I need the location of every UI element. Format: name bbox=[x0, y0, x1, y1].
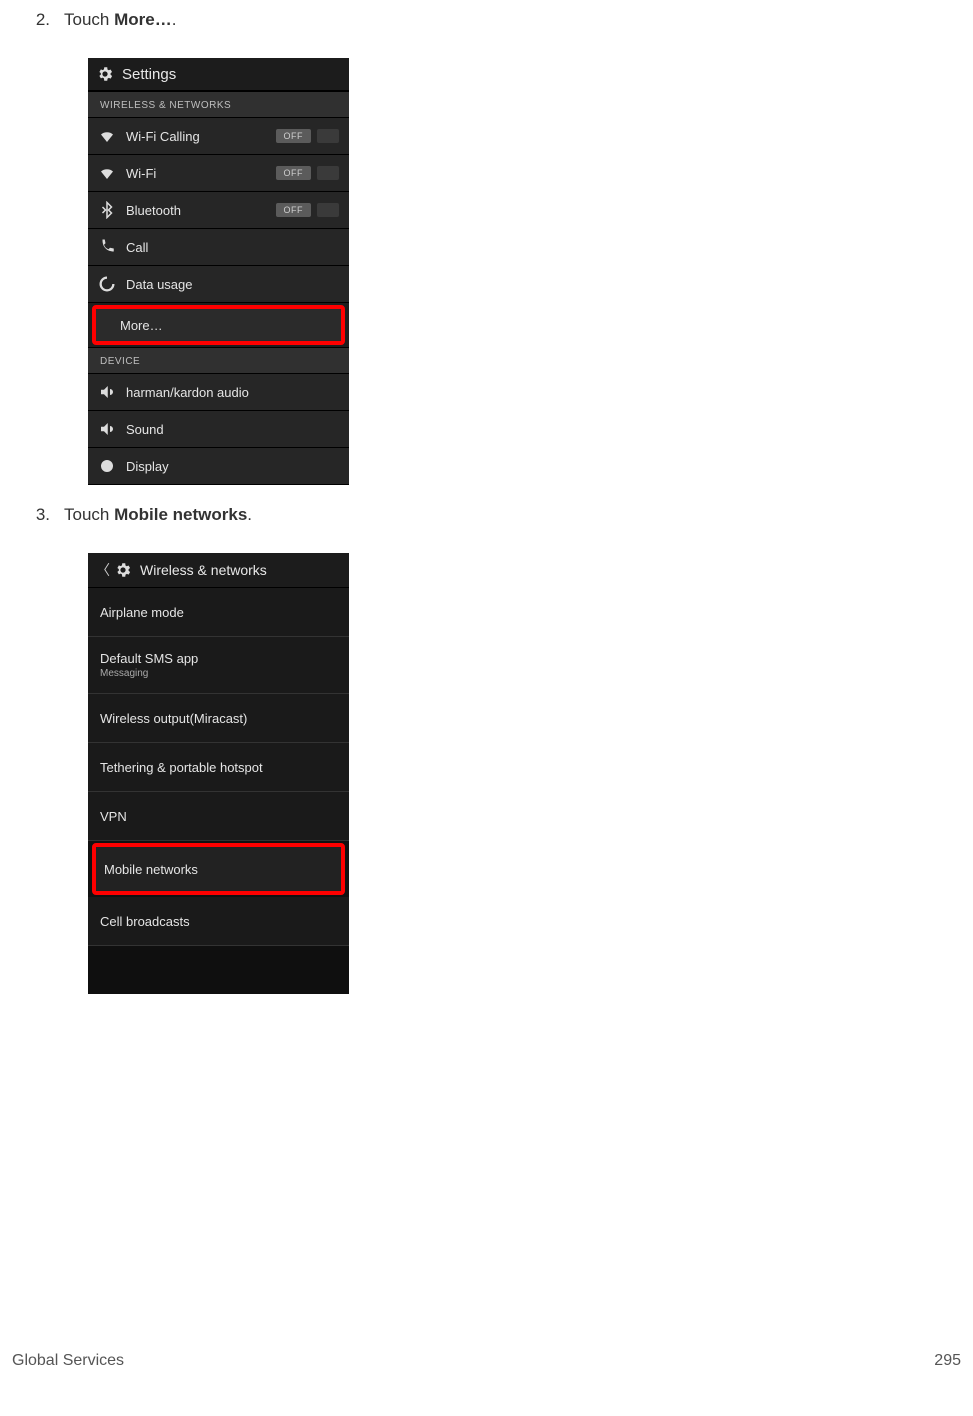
step-number: 2. bbox=[30, 10, 50, 30]
row-label: More… bbox=[120, 318, 335, 333]
step-2: 2. Touch More…. Settings WIRELESS & NETW… bbox=[30, 10, 943, 485]
page-footer: Global Services 295 bbox=[12, 1352, 961, 1370]
display-icon bbox=[98, 457, 116, 475]
step-text: Touch More…. bbox=[64, 10, 176, 30]
step-3: 3. Touch Mobile networks. 〈 Wireless & n… bbox=[30, 505, 943, 994]
section-header-device: DEVICE bbox=[88, 347, 349, 374]
step-number: 3. bbox=[30, 505, 50, 525]
row-label: Cell broadcasts bbox=[100, 914, 337, 929]
settings-title-bar: Settings bbox=[88, 58, 349, 91]
row-label: Mobile networks bbox=[104, 862, 333, 877]
toggle-off[interactable]: OFF bbox=[276, 166, 340, 180]
row-label: Wireless output(Miracast) bbox=[100, 711, 337, 726]
toggle-off[interactable]: OFF bbox=[276, 203, 340, 217]
gear-icon bbox=[114, 561, 132, 579]
row-label: Wi-Fi bbox=[126, 166, 276, 181]
row-wifi-calling[interactable]: Wi-Fi Calling OFF bbox=[88, 118, 349, 155]
row-label: Default SMS app bbox=[100, 651, 337, 666]
row-label: Tethering & portable hotspot bbox=[100, 760, 337, 775]
row-call[interactable]: Call bbox=[88, 229, 349, 266]
row-label: Call bbox=[126, 240, 339, 255]
data-usage-icon bbox=[98, 275, 116, 293]
row-label: VPN bbox=[100, 809, 337, 824]
bluetooth-icon bbox=[98, 201, 116, 219]
blank-area bbox=[88, 946, 349, 994]
row-airplane-mode[interactable]: Airplane mode bbox=[88, 588, 349, 637]
section-header-wireless: WIRELESS & NETWORKS bbox=[88, 91, 349, 118]
row-label: Airplane mode bbox=[100, 605, 337, 620]
row-display[interactable]: Display bbox=[88, 448, 349, 485]
step-text: Touch Mobile networks. bbox=[64, 505, 252, 525]
row-tethering[interactable]: Tethering & portable hotspot bbox=[88, 743, 349, 792]
back-icon[interactable]: 〈 bbox=[96, 560, 110, 580]
row-vpn[interactable]: VPN bbox=[88, 792, 349, 841]
row-sound[interactable]: Sound bbox=[88, 411, 349, 448]
row-label: harman/kardon audio bbox=[126, 385, 339, 400]
toggle-off[interactable]: OFF bbox=[276, 129, 340, 143]
row-label: Wi-Fi Calling bbox=[126, 129, 276, 144]
row-sublabel: Messaging bbox=[100, 668, 337, 679]
speaker-icon bbox=[98, 383, 116, 401]
row-mobile-networks-highlighted[interactable]: Mobile networks bbox=[92, 843, 345, 895]
footer-left: Global Services bbox=[12, 1352, 124, 1370]
wireless-title: Wireless & networks bbox=[140, 562, 267, 578]
settings-title: Settings bbox=[122, 66, 176, 83]
row-label: Data usage bbox=[126, 277, 339, 292]
gear-icon bbox=[96, 65, 114, 83]
screenshot-settings: Settings WIRELESS & NETWORKS Wi-Fi Calli… bbox=[88, 58, 349, 485]
footer-page-number: 295 bbox=[934, 1352, 961, 1370]
sound-icon bbox=[98, 420, 116, 438]
wifi-icon bbox=[98, 127, 116, 145]
row-wifi[interactable]: Wi-Fi OFF bbox=[88, 155, 349, 192]
wireless-title-bar[interactable]: 〈 Wireless & networks bbox=[88, 553, 349, 588]
row-miracast[interactable]: Wireless output(Miracast) bbox=[88, 694, 349, 743]
row-label: Bluetooth bbox=[126, 203, 276, 218]
row-label: Sound bbox=[126, 422, 339, 437]
row-bluetooth[interactable]: Bluetooth OFF bbox=[88, 192, 349, 229]
row-data-usage[interactable]: Data usage bbox=[88, 266, 349, 303]
row-cell-broadcasts[interactable]: Cell broadcasts bbox=[88, 897, 349, 946]
row-hk-audio[interactable]: harman/kardon audio bbox=[88, 374, 349, 411]
row-more-highlighted[interactable]: More… bbox=[92, 305, 345, 345]
screenshot-wireless-networks: 〈 Wireless & networks Airplane mode Defa… bbox=[88, 553, 349, 994]
row-label: Display bbox=[126, 459, 339, 474]
row-default-sms[interactable]: Default SMS app Messaging bbox=[88, 637, 349, 694]
wifi-icon bbox=[98, 164, 116, 182]
phone-icon bbox=[98, 238, 116, 256]
